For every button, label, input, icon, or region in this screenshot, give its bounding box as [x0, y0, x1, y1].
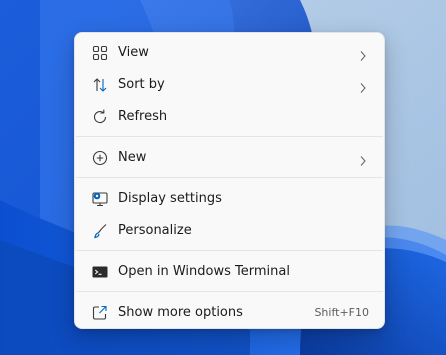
brush-icon — [90, 221, 110, 241]
shortcut-hint: Shift+F10 — [314, 306, 369, 319]
menu-item-show-more-options[interactable]: Show more options Shift+F10 — [80, 298, 379, 328]
menu-separator — [76, 177, 383, 178]
share-icon — [90, 303, 110, 323]
menu-item-label: New — [118, 150, 147, 165]
menu-item-sort-by[interactable]: Sort by — [80, 70, 379, 100]
menu-item-label: Refresh — [118, 109, 168, 124]
menu-separator — [76, 250, 383, 251]
menu-item-new[interactable]: New — [80, 143, 379, 173]
context-menu: View Sort by Refresh New Display setting… — [74, 32, 385, 329]
menu-item-open-in-windows-terminal[interactable]: Open in Windows Terminal — [80, 257, 379, 287]
terminal-icon — [90, 262, 110, 282]
grid-icon — [90, 43, 110, 63]
menu-item-label: Open in Windows Terminal — [118, 264, 290, 279]
refresh-icon — [90, 107, 110, 127]
menu-item-label: Personalize — [118, 223, 192, 238]
add-circle-icon — [90, 148, 110, 168]
menu-separator — [76, 136, 383, 137]
display-settings-icon — [90, 189, 110, 209]
menu-separator — [76, 291, 383, 292]
menu-item-label: Display settings — [118, 191, 222, 206]
menu-item-label: Sort by — [118, 77, 165, 92]
menu-item-label: Show more options — [118, 305, 243, 320]
chevron-right-icon — [359, 47, 367, 61]
sort-icon — [90, 75, 110, 95]
menu-item-personalize[interactable]: Personalize — [80, 216, 379, 246]
menu-item-display-settings[interactable]: Display settings — [80, 184, 379, 214]
menu-item-view[interactable]: View — [80, 38, 379, 68]
menu-item-label: View — [118, 45, 149, 60]
menu-item-refresh[interactable]: Refresh — [80, 102, 379, 132]
chevron-right-icon — [359, 79, 367, 93]
chevron-right-icon — [359, 152, 367, 166]
